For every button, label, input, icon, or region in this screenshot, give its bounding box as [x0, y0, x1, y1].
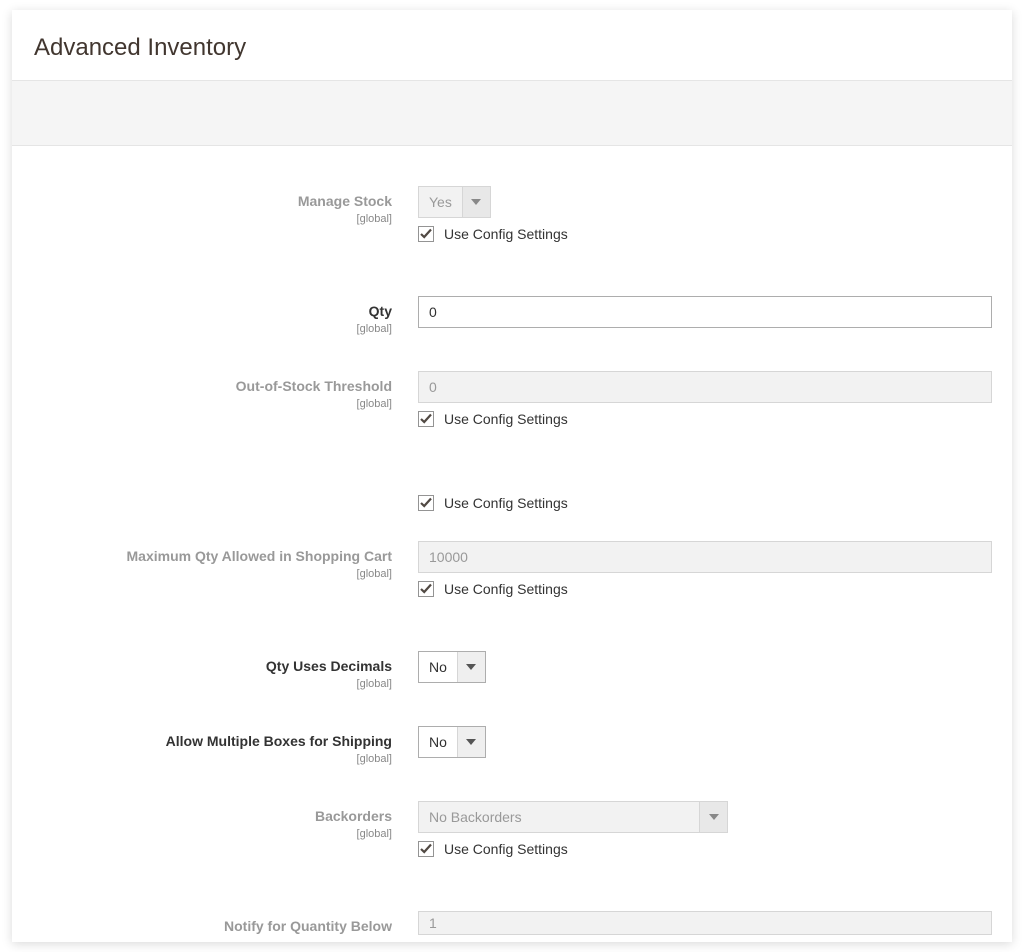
use-config-row: Use Config Settings — [418, 495, 992, 511]
label-col — [32, 495, 418, 501]
label-allow-multiple-boxes: Allow Multiple Boxes for Shipping — [166, 733, 392, 749]
scope-label: [global] — [32, 568, 392, 580]
select-value: Yes — [419, 187, 462, 217]
scope-label: [global] — [32, 828, 392, 840]
form-body: Manage Stock [global] Yes Use Config Set… — [12, 186, 1012, 936]
control-col — [418, 911, 992, 935]
row-qty: Qty [global] — [32, 296, 992, 335]
checkbox-use-config-backorders[interactable] — [418, 841, 434, 857]
select-value: No Backorders — [419, 802, 699, 832]
control-col — [418, 296, 992, 328]
chevron-down-icon — [457, 652, 485, 682]
panel-title: Advanced Inventory — [34, 34, 990, 62]
label-max-qty-cart: Maximum Qty Allowed in Shopping Cart — [127, 548, 393, 564]
input-max-qty-cart — [418, 541, 992, 573]
header-bar — [12, 80, 1012, 146]
select-backorders: No Backorders — [418, 801, 728, 833]
select-allow-multiple-boxes[interactable]: No — [418, 726, 486, 758]
scope-label: [global] — [32, 753, 392, 765]
label-backorders: Backorders — [315, 808, 392, 824]
label-qty-uses-decimals: Qty Uses Decimals — [266, 658, 392, 674]
row-out-of-stock-threshold: Out-of-Stock Threshold [global] Use Conf… — [32, 371, 992, 445]
input-out-of-stock-threshold — [418, 371, 992, 403]
checkbox-use-config-max-qty[interactable] — [418, 581, 434, 597]
use-config-label[interactable]: Use Config Settings — [444, 581, 568, 597]
checkbox-use-config-out-of-stock[interactable] — [418, 411, 434, 427]
label-qty: Qty — [369, 303, 392, 319]
control-col: Use Config Settings — [418, 495, 992, 529]
use-config-row: Use Config Settings — [418, 581, 992, 597]
label-col: Manage Stock [global] — [32, 186, 418, 225]
chevron-down-icon — [457, 727, 485, 757]
control-col: Use Config Settings — [418, 541, 992, 615]
label-col: Backorders [global] — [32, 801, 418, 840]
use-config-row: Use Config Settings — [418, 411, 992, 427]
label-col: Qty [global] — [32, 296, 418, 335]
label-manage-stock: Manage Stock — [298, 193, 392, 209]
scope-label: [global] — [32, 213, 392, 225]
checkbox-use-config-manage-stock[interactable] — [418, 226, 434, 242]
scope-label: [global] — [32, 323, 392, 335]
label-out-of-stock-threshold: Out-of-Stock Threshold — [236, 378, 392, 394]
scope-label: [global] — [32, 398, 392, 410]
use-config-label[interactable]: Use Config Settings — [444, 226, 568, 242]
panel-header: Advanced Inventory — [12, 10, 1012, 80]
use-config-label[interactable]: Use Config Settings — [444, 411, 568, 427]
chevron-down-icon — [462, 187, 490, 217]
row-qty-uses-decimals: Qty Uses Decimals [global] No — [32, 651, 992, 690]
label-notify-qty-below: Notify for Quantity Below — [224, 918, 392, 934]
input-qty[interactable] — [418, 296, 992, 328]
control-col: Use Config Settings — [418, 371, 992, 445]
label-col: Out-of-Stock Threshold [global] — [32, 371, 418, 410]
chevron-down-icon — [699, 802, 727, 832]
label-col: Allow Multiple Boxes for Shipping [globa… — [32, 726, 418, 765]
select-qty-uses-decimals[interactable]: No — [418, 651, 486, 683]
select-manage-stock: Yes — [418, 186, 491, 218]
advanced-inventory-panel: Advanced Inventory Manage Stock [global]… — [12, 10, 1012, 942]
row-orphan-use-config: Use Config Settings — [32, 495, 992, 529]
control-col: Yes Use Config Settings — [418, 186, 992, 260]
use-config-label[interactable]: Use Config Settings — [444, 841, 568, 857]
use-config-row: Use Config Settings — [418, 226, 992, 242]
label-col: Qty Uses Decimals [global] — [32, 651, 418, 690]
row-notify-qty-below: Notify for Quantity Below — [32, 911, 992, 936]
use-config-row: Use Config Settings — [418, 841, 992, 857]
row-allow-multiple-boxes: Allow Multiple Boxes for Shipping [globa… — [32, 726, 992, 765]
select-value: No — [419, 652, 457, 682]
row-max-qty-cart: Maximum Qty Allowed in Shopping Cart [gl… — [32, 541, 992, 615]
label-col: Maximum Qty Allowed in Shopping Cart [gl… — [32, 541, 418, 580]
label-col: Notify for Quantity Below — [32, 911, 418, 936]
row-backorders: Backorders [global] No Backorders Use Co… — [32, 801, 992, 875]
control-col: No Backorders Use Config Settings — [418, 801, 992, 875]
row-manage-stock: Manage Stock [global] Yes Use Config Set… — [32, 186, 992, 260]
control-col: No — [418, 651, 992, 683]
input-notify-qty-below — [418, 911, 992, 935]
scope-label: [global] — [32, 678, 392, 690]
control-col: No — [418, 726, 992, 758]
checkbox-use-config-orphan[interactable] — [418, 495, 434, 511]
select-value: No — [419, 727, 457, 757]
use-config-label[interactable]: Use Config Settings — [444, 495, 568, 511]
